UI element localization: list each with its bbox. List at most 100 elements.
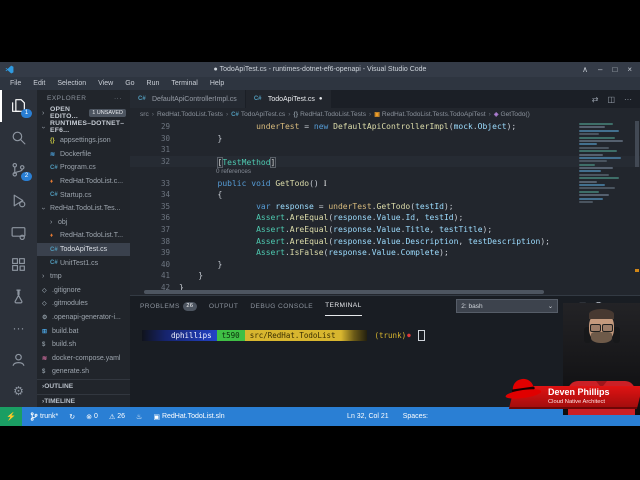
tree-item-redhat-todolist-t-[interactable]: ♦ RedHat.TodoList.T...: [37, 229, 130, 243]
activity-run-debug-icon[interactable]: [0, 185, 37, 217]
code-text: underTest = new DefaultApiControllerImpl…: [256, 122, 517, 132]
menu-go[interactable]: Go: [119, 80, 140, 87]
breadcrumb-item[interactable]: GetTodo(): [500, 111, 529, 118]
tree-item-tmp[interactable]: › tmp: [37, 270, 130, 284]
win-file-icon: ⊞: [42, 328, 48, 335]
status-warnings[interactable]: ⚠ 26: [109, 413, 125, 421]
maximize-button[interactable]: □: [612, 65, 617, 74]
code-editor[interactable]: 29 underTest = new DefaultApiControllerI…: [130, 121, 640, 295]
presenter-beard: [591, 332, 612, 343]
tree-item--openapi-generator-i-[interactable]: ⚙ .openapi-generator-i...: [37, 311, 130, 325]
breadcrumb-item[interactable]: RedHat.TodoList.Tests: [300, 111, 366, 118]
panel-tab-terminal[interactable]: TERMINAL: [325, 296, 362, 316]
activity-source-control-icon[interactable]: 2: [0, 153, 37, 185]
activity-more-icon[interactable]: ···: [0, 312, 37, 344]
solution-icon: ▣: [153, 413, 160, 421]
breadcrumb-item[interactable]: RedHat.TodoList.Tests: [157, 111, 223, 118]
tree-item-unittest1-cs[interactable]: C# UnitTest1.cs: [37, 256, 130, 270]
open-changes-icon[interactable]: ⇄: [592, 95, 599, 104]
panel-tab-debug-console[interactable]: DEBUG CONSOLE: [250, 296, 313, 316]
workspace-root-folder[interactable]: › RUNTIMES–DOTNET–EF6...: [37, 120, 130, 134]
minimize-button[interactable]: –: [598, 65, 602, 74]
panel-tab-problems[interactable]: PROBLEMS 26: [140, 296, 197, 316]
tree-item-generate-sh[interactable]: $ generate.sh: [37, 365, 130, 379]
file-label: RedHat.TodoList.Tes...: [50, 205, 121, 213]
diamond-file-icon: ◇: [42, 287, 47, 294]
tree-item-docker-compose-yaml[interactable]: ≋ docker-compose.yaml: [37, 352, 130, 366]
code-line-34: 34 {: [130, 189, 640, 201]
menu-selection[interactable]: Selection: [51, 80, 92, 87]
shell-file-icon: $: [42, 341, 46, 348]
text-cursor: [275, 156, 277, 166]
breadcrumb-separator: ›: [288, 111, 291, 118]
menu-terminal[interactable]: Terminal: [165, 80, 203, 87]
code-line-30: 30 }: [130, 133, 640, 145]
menu-run[interactable]: Run: [141, 80, 166, 87]
tree-item-redhat-todolist-tes-[interactable]: › RedHat.TodoList.Tes...: [37, 202, 130, 216]
tree-item-redhat-todolist-c-[interactable]: ♦ RedHat.TodoList.c...: [37, 175, 130, 189]
menu-view[interactable]: View: [92, 80, 119, 87]
terminal-shell-select[interactable]: 2: bash ⌄: [456, 299, 559, 313]
breadcrumb[interactable]: src › RedHat.TodoList.Tests › C# TodoApiTest.…: [130, 108, 640, 121]
file-label: Startup.cs: [60, 191, 92, 199]
cs-file-icon: C#: [253, 96, 262, 102]
tree-item-appsettings-json[interactable]: {} appsettings.json: [37, 134, 130, 148]
activity-settings-icon[interactable]: ⚙: [0, 375, 37, 407]
tree-item-build-bat[interactable]: ⊞ build.bat: [37, 324, 130, 338]
editor-horizontal-scrollbar[interactable]: [144, 290, 544, 294]
sidebar-title: EXPLORER: [47, 94, 87, 102]
sidebar-more-actions[interactable]: ···: [114, 95, 122, 102]
activity-account-icon[interactable]: [0, 344, 37, 376]
mouse-ibeam-cursor: I: [323, 178, 327, 189]
tree-item-program-cs[interactable]: C# Program.cs: [37, 161, 130, 175]
dirty-branch-dot: ●: [407, 332, 411, 339]
menu-help[interactable]: Help: [204, 80, 230, 87]
editor-vertical-scrollbar[interactable]: [635, 121, 639, 167]
terminal-cursor: [417, 330, 425, 341]
codelens-references[interactable]: 0 references: [130, 167, 640, 177]
activity-extensions-icon[interactable]: [0, 249, 37, 281]
panel-tab-output[interactable]: OUTPUT: [209, 296, 239, 316]
status-solution[interactable]: ▣ RedHat.TodoList.sln: [153, 413, 224, 421]
status-sync[interactable]: ↻: [69, 413, 75, 421]
code-text: {: [217, 190, 223, 200]
file-label: docker-compose.yaml: [52, 354, 121, 362]
more-actions-icon[interactable]: ···: [624, 95, 632, 104]
status-git-branch[interactable]: trunk*: [30, 412, 58, 421]
prompt-host-segment: t590: [216, 330, 245, 341]
restore-button[interactable]: ∧: [582, 65, 588, 74]
activity-search-icon[interactable]: [0, 122, 37, 154]
section-timeline[interactable]: › TIMELINE: [37, 393, 130, 407]
tree-item-obj[interactable]: › obj: [37, 216, 130, 230]
section-outline[interactable]: › OUTLINE: [37, 378, 130, 394]
line-number: 35: [160, 201, 170, 211]
close-button[interactable]: ×: [627, 65, 632, 74]
dirty-indicator[interactable]: ●: [319, 96, 323, 102]
open-editors-section[interactable]: › OPEN EDITO... 1 UNSAVED: [37, 106, 130, 120]
tree-item-build-sh[interactable]: $ build.sh: [37, 338, 130, 352]
activity-remote-explorer-icon[interactable]: [0, 217, 37, 249]
activity-testing-icon[interactable]: [0, 280, 37, 312]
tree-item-dockerfile[interactable]: ≋ Dockerfile: [37, 148, 130, 162]
remote-indicator[interactable]: ⚡: [0, 407, 22, 426]
chevron-down-icon: ⌄: [547, 303, 554, 310]
tree-item--gitmodules[interactable]: ◇ .gitmodules: [37, 297, 130, 311]
activity-explorer-icon[interactable]: 1: [0, 90, 37, 122]
tree-item--gitignore[interactable]: ◇ .gitignore: [37, 284, 130, 298]
status-flame[interactable]: ♨: [136, 413, 142, 421]
breadcrumb-item[interactable]: src: [140, 111, 149, 118]
status-cursor-position[interactable]: Ln 32, Col 21: [347, 413, 389, 420]
editor-tab-defaultapicontrollerimpl-cs[interactable]: C# DefaultApiControllerImpl.cs: [130, 90, 246, 108]
menu-file[interactable]: File: [4, 80, 27, 87]
breadcrumb-item[interactable]: RedHat.TodoList.Tests.TodoApiTest: [382, 111, 486, 118]
minimap[interactable]: [579, 123, 633, 204]
menu-edit[interactable]: Edit: [27, 80, 51, 87]
chevron-right-icon: ›: [50, 218, 53, 226]
status-errors[interactable]: ⊗ 0: [86, 413, 98, 421]
tree-item-startup-cs[interactable]: C# Startup.cs: [37, 188, 130, 202]
tree-item-todoapitest-cs[interactable]: C# TodoApiTest.cs: [37, 242, 130, 257]
status-indentation[interactable]: Spaces:: [403, 413, 428, 420]
breadcrumb-item[interactable]: TodoApiTest.cs: [241, 111, 285, 118]
editor-tab-todoapitest-cs[interactable]: C# TodoApiTest.cs ●: [245, 90, 332, 108]
split-editor-icon[interactable]: ◫: [607, 95, 615, 104]
